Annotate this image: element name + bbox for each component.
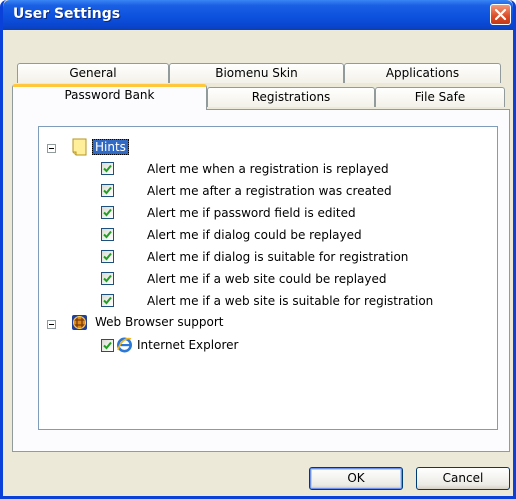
checkmark-icon <box>103 186 112 195</box>
checkbox-hint-1[interactable] <box>101 162 114 175</box>
checkmark-icon <box>103 164 112 173</box>
checkmark-icon <box>103 252 112 261</box>
collapse-toggle-hints[interactable] <box>47 144 56 153</box>
checkbox-hint-3[interactable] <box>101 206 114 219</box>
user-settings-dialog: User Settings General Biomenu Skin Appli… <box>0 0 516 499</box>
checkbox-hint-6[interactable] <box>101 272 114 285</box>
tree-node-hints[interactable]: Hints <box>92 138 129 156</box>
globe-grid-icon <box>71 314 88 335</box>
window-title: User Settings <box>13 6 121 22</box>
ok-button[interactable]: OK <box>309 467 403 490</box>
tree-node-label: Hints <box>92 139 129 155</box>
password-bank-panel: Hints Alert me when a registration is re… <box>12 109 510 452</box>
tree-node-browser[interactable]: Web Browser support <box>95 313 224 331</box>
collapse-toggle-browser[interactable] <box>47 320 56 329</box>
checkmark-icon <box>103 208 112 217</box>
checkmark-icon <box>103 296 112 305</box>
note-icon <box>71 138 88 160</box>
tab-label: Password Bank <box>64 88 155 102</box>
internet-explorer-icon <box>116 336 133 357</box>
title-bar[interactable]: User Settings <box>3 0 513 30</box>
tab-general[interactable]: General <box>17 63 169 83</box>
tab-label: Registrations <box>251 90 331 104</box>
hint-item-label[interactable]: Alert me after a registration was create… <box>147 182 392 200</box>
tab-biomenu-skin[interactable]: Biomenu Skin <box>169 63 344 83</box>
cancel-button[interactable]: Cancel <box>416 467 510 490</box>
checkmark-icon <box>103 341 112 350</box>
settings-tree[interactable]: Hints Alert me when a registration is re… <box>38 126 498 430</box>
tab-password-bank[interactable]: Password Bank <box>12 84 207 110</box>
checkbox-hint-5[interactable] <box>101 250 114 263</box>
checkbox-hint-2[interactable] <box>101 184 114 197</box>
tree-node-label: Web Browser support <box>95 315 224 329</box>
checkmark-icon <box>103 274 112 283</box>
checkbox-hint-7[interactable] <box>101 294 114 307</box>
checkbox-internet-explorer[interactable] <box>101 339 114 352</box>
tab-label: Applications <box>385 66 460 80</box>
hint-item-label[interactable]: Alert me if a web site is suitable for r… <box>147 292 433 310</box>
tab-label: General <box>69 66 117 80</box>
hint-item-label[interactable]: Alert me if dialog could be replayed <box>147 226 362 244</box>
tab-label: File Safe <box>414 90 466 104</box>
hint-item-label[interactable]: Alert me if password field is edited <box>147 204 356 222</box>
tab-file-safe[interactable]: File Safe <box>375 87 505 107</box>
checkmark-icon <box>103 230 112 239</box>
browser-item-label[interactable]: Internet Explorer <box>137 336 238 354</box>
checkbox-hint-4[interactable] <box>101 228 114 241</box>
tab-registrations[interactable]: Registrations <box>207 87 375 107</box>
hint-item-label[interactable]: Alert me if dialog is suitable for regis… <box>147 248 408 266</box>
hint-item-label[interactable]: Alert me if a web site could be replayed <box>147 270 387 288</box>
close-button[interactable] <box>490 4 511 25</box>
tab-applications[interactable]: Applications <box>344 63 501 83</box>
tab-label: Biomenu Skin <box>215 66 298 80</box>
hint-item-label[interactable]: Alert me when a registration is replayed <box>147 160 389 178</box>
close-icon <box>494 8 507 21</box>
